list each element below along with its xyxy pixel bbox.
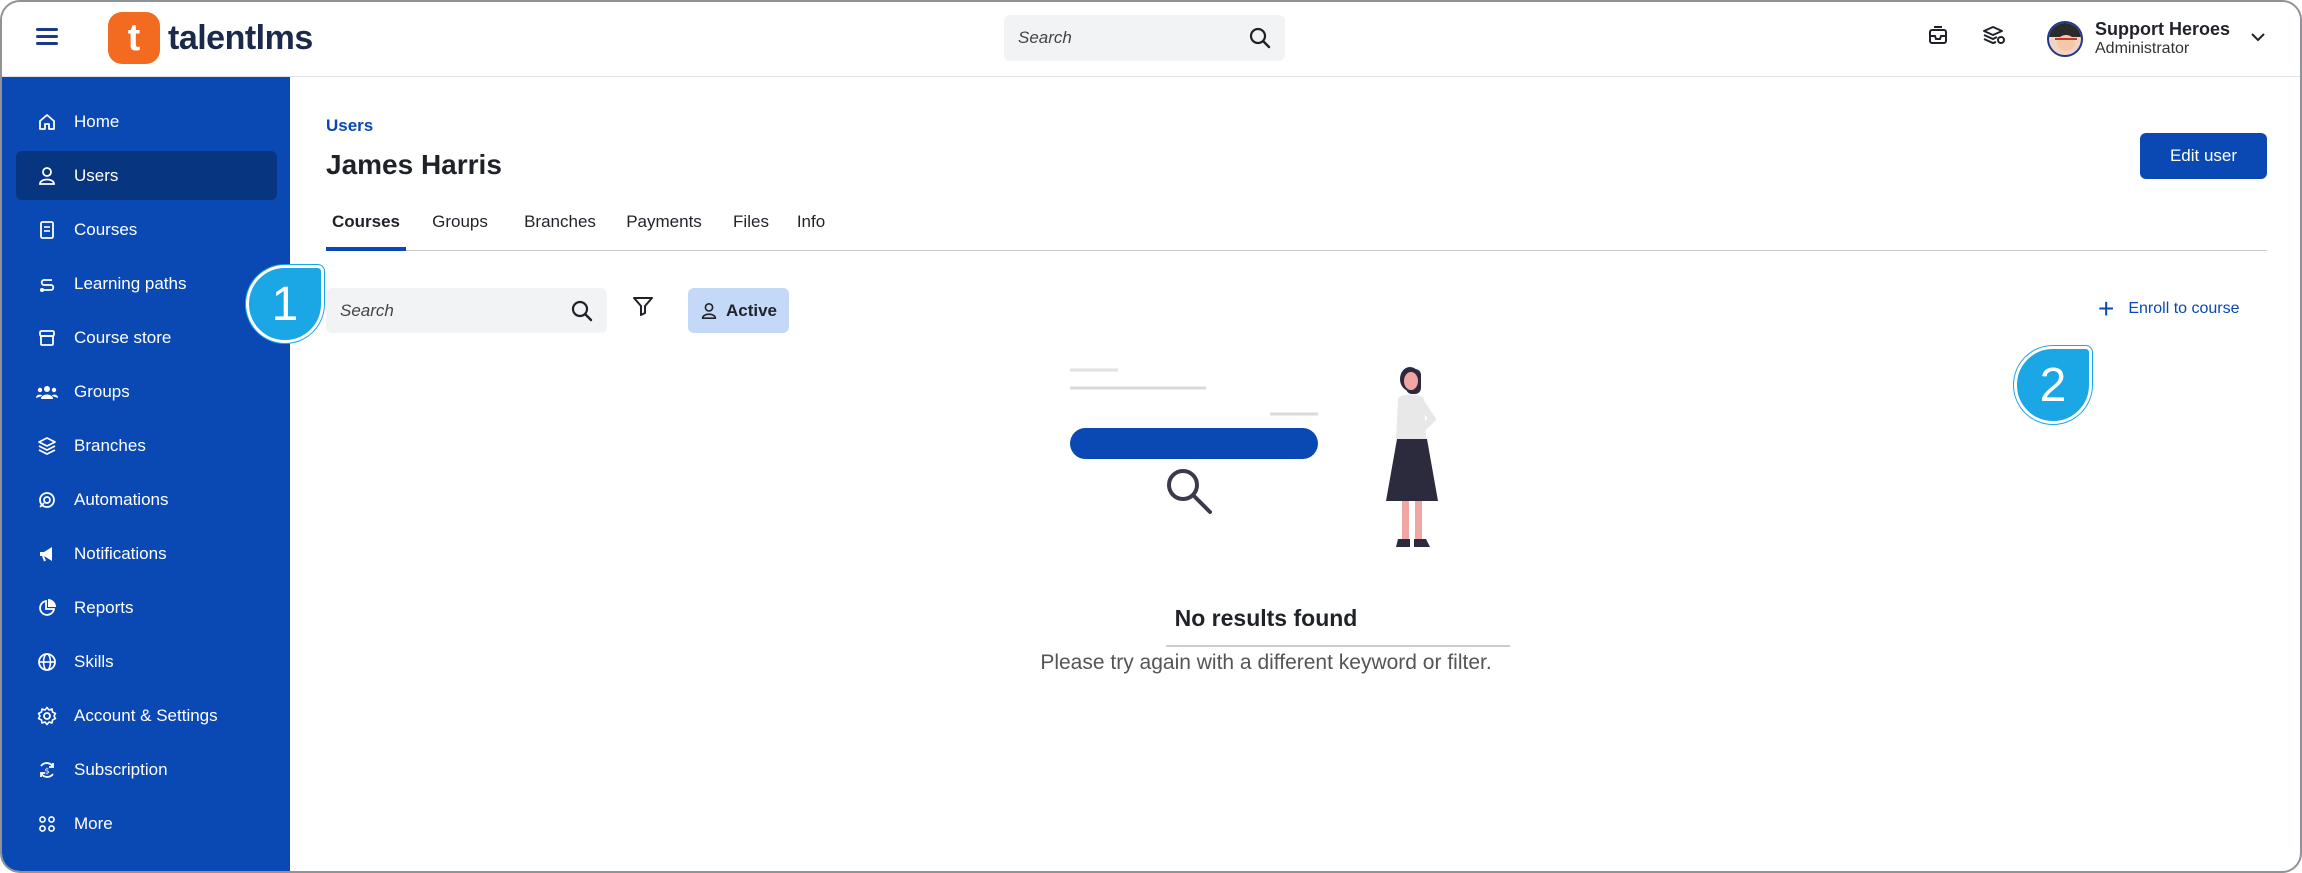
sidebar-item-branches[interactable]: Branches bbox=[16, 421, 277, 470]
sidebar-item-course-store[interactable]: Course store bbox=[16, 313, 277, 362]
layers-icon bbox=[36, 435, 58, 457]
sidebar: Home Users Courses Learning paths Course… bbox=[2, 77, 290, 871]
tab-groups[interactable]: Groups bbox=[430, 207, 490, 251]
sidebar-item-label: Subscription bbox=[74, 759, 168, 779]
svg-text:$: $ bbox=[44, 766, 49, 775]
empty-state-title: No results found bbox=[1174, 605, 1358, 631]
sidebar-item-label: Groups bbox=[74, 381, 130, 401]
sidebar-item-home[interactable]: Home bbox=[16, 97, 277, 146]
search-icon[interactable] bbox=[571, 300, 593, 322]
layers-settings-icon[interactable] bbox=[1982, 24, 2006, 46]
enroll-label: Enroll to course bbox=[2128, 300, 2240, 317]
user-icon bbox=[700, 302, 718, 320]
sidebar-item-more[interactable]: More bbox=[16, 799, 277, 848]
app-window: t talentlms Search Support Heroes Admini… bbox=[0, 0, 2302, 873]
callout-number: 2 bbox=[2039, 358, 2067, 412]
sidebar-item-label: Courses bbox=[74, 219, 138, 239]
sidebar-item-notifications[interactable]: Notifications bbox=[16, 529, 277, 578]
tab-info[interactable]: Info bbox=[794, 207, 828, 251]
filter-icon[interactable] bbox=[632, 295, 654, 317]
megaphone-icon bbox=[36, 543, 58, 565]
header-search[interactable]: Search bbox=[1004, 15, 1285, 61]
sidebar-item-automations[interactable]: Automations bbox=[16, 475, 277, 524]
user-menu[interactable]: Support Heroes Administrator bbox=[2047, 14, 2267, 64]
user-name: Support Heroes bbox=[2095, 19, 2231, 40]
subscription-icon: $ bbox=[36, 759, 58, 781]
main-content: Users James Harris Edit user Courses Gro… bbox=[290, 77, 2300, 871]
automation-icon bbox=[36, 489, 58, 511]
logo-mark: t bbox=[108, 12, 160, 64]
callout-number: 1 bbox=[271, 277, 299, 331]
sidebar-item-label: Home bbox=[74, 111, 120, 131]
sidebar-item-courses[interactable]: Courses bbox=[16, 205, 277, 254]
header-search-input[interactable]: Search bbox=[1018, 28, 1249, 48]
sidebar-item-label: Reports bbox=[74, 597, 134, 617]
sidebar-item-reports[interactable]: Reports bbox=[16, 583, 277, 632]
home-icon bbox=[36, 111, 58, 133]
sidebar-item-label: Notifications bbox=[74, 543, 167, 563]
sidebar-item-skills[interactable]: Skills bbox=[16, 637, 277, 686]
edit-user-button[interactable]: Edit user bbox=[2140, 133, 2267, 179]
sidebar-item-label: Skills bbox=[74, 651, 114, 671]
status-filter-chip[interactable]: Active bbox=[688, 288, 789, 333]
empty-state-subtitle: Please try again with a different keywor… bbox=[1040, 651, 1492, 674]
sidebar-item-subscription[interactable]: $ Subscription bbox=[16, 745, 277, 794]
store-icon bbox=[36, 327, 58, 349]
sidebar-item-label: Automations bbox=[74, 489, 169, 509]
globe-icon bbox=[36, 651, 58, 673]
user-role: Administrator bbox=[2095, 40, 2190, 58]
top-bar: t talentlms Search Support Heroes Admini… bbox=[2, 2, 2300, 77]
sidebar-item-label: Account & Settings bbox=[74, 705, 218, 725]
tab-files[interactable]: Files bbox=[732, 207, 770, 251]
enroll-to-course-button[interactable]: + Enroll to course bbox=[2098, 295, 2240, 323]
sidebar-item-label: Learning paths bbox=[74, 273, 187, 293]
book-icon bbox=[36, 219, 58, 241]
sidebar-item-learning-paths[interactable]: Learning paths bbox=[16, 259, 277, 308]
plus-icon: + bbox=[2098, 293, 2115, 324]
pie-chart-icon bbox=[36, 597, 58, 619]
logo-text: talentlms bbox=[168, 18, 313, 57]
sidebar-item-groups[interactable]: Groups bbox=[16, 367, 277, 416]
tab-bar: Courses Groups Branches Payments Files I… bbox=[326, 207, 2267, 251]
sidebar-item-label: Branches bbox=[74, 435, 146, 455]
sidebar-item-users[interactable]: Users bbox=[16, 151, 277, 200]
callout-badge-2: 2 bbox=[2014, 346, 2092, 424]
callout-badge-1: 1 bbox=[246, 265, 324, 343]
sidebar-item-label: Course store bbox=[74, 327, 172, 347]
courses-search-input[interactable]: Search bbox=[340, 301, 571, 321]
sidebar-item-label: Users bbox=[74, 165, 119, 185]
inbox-icon[interactable] bbox=[1927, 24, 1949, 46]
tab-courses[interactable]: Courses bbox=[326, 207, 406, 251]
search-icon[interactable] bbox=[1249, 27, 1271, 49]
groups-icon bbox=[36, 381, 58, 403]
tab-payments[interactable]: Payments bbox=[622, 207, 706, 251]
avatar bbox=[2047, 21, 2083, 57]
path-icon bbox=[36, 273, 58, 295]
grid-icon bbox=[36, 813, 58, 835]
page-title: James Harris bbox=[326, 149, 502, 180]
breadcrumb[interactable]: Users bbox=[326, 116, 373, 136]
logo[interactable]: t talentlms bbox=[108, 12, 313, 64]
sidebar-item-label: More bbox=[74, 813, 113, 833]
status-filter-label: Active bbox=[725, 300, 778, 320]
gear-icon bbox=[36, 705, 58, 727]
courses-search[interactable]: Search bbox=[326, 288, 607, 333]
menu-icon[interactable] bbox=[36, 28, 58, 48]
user-icon bbox=[36, 165, 58, 187]
tab-branches[interactable]: Branches bbox=[522, 207, 598, 251]
sidebar-item-account-settings[interactable]: Account & Settings bbox=[16, 691, 277, 740]
chevron-down-icon[interactable] bbox=[2249, 28, 2267, 46]
